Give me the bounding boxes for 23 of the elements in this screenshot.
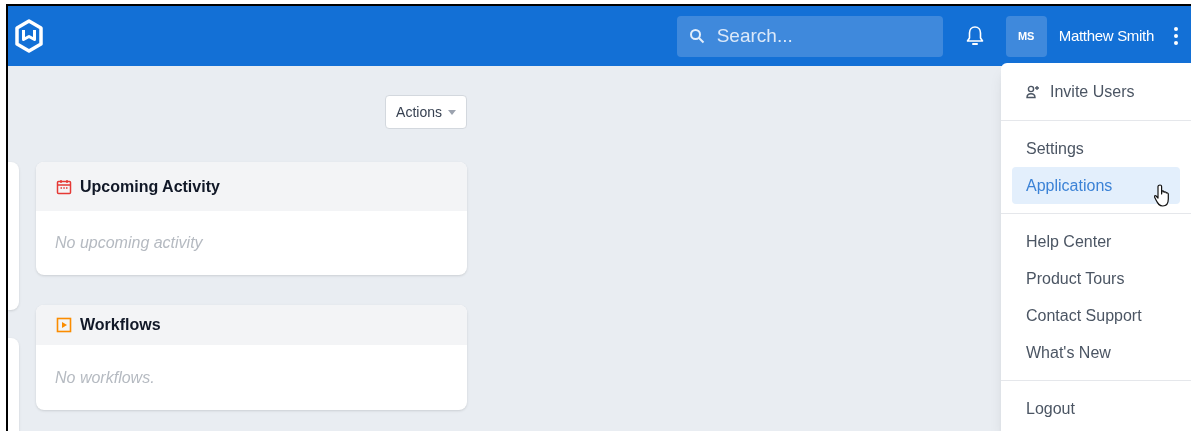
search-field[interactable]: Search... (676, 15, 943, 57)
user-avatar[interactable]: MS (1005, 15, 1047, 57)
bell-icon[interactable] (964, 25, 985, 47)
actions-button[interactable]: Actions (385, 95, 467, 129)
caret-icon (448, 109, 456, 115)
play-icon (56, 317, 72, 333)
empty-message: No workflows. (55, 367, 155, 388)
card-title: Upcoming Activity (80, 176, 220, 197)
logo-icon[interactable] (14, 19, 44, 53)
calendar-icon (56, 178, 72, 195)
empty-message: No upcoming activity (55, 233, 203, 253)
menu-item[interactable]: Settings (1012, 130, 1180, 167)
menu-item[interactable]: What's New (1012, 334, 1180, 371)
search-icon (688, 27, 705, 44)
card-title: Workflows (80, 315, 161, 335)
menu-item[interactable]: Logout (1012, 390, 1180, 427)
more-icon[interactable] (1173, 26, 1179, 46)
add-user-icon (1026, 84, 1040, 99)
menu-item[interactable]: Help Center (1012, 223, 1180, 260)
menu-item[interactable]: Invite Users (1012, 73, 1180, 110)
menu-item[interactable]: Contact Support (1012, 297, 1180, 334)
menu-item[interactable]: Product Tours (1012, 260, 1180, 297)
user-name[interactable]: Matthew Smith (1058, 24, 1154, 48)
